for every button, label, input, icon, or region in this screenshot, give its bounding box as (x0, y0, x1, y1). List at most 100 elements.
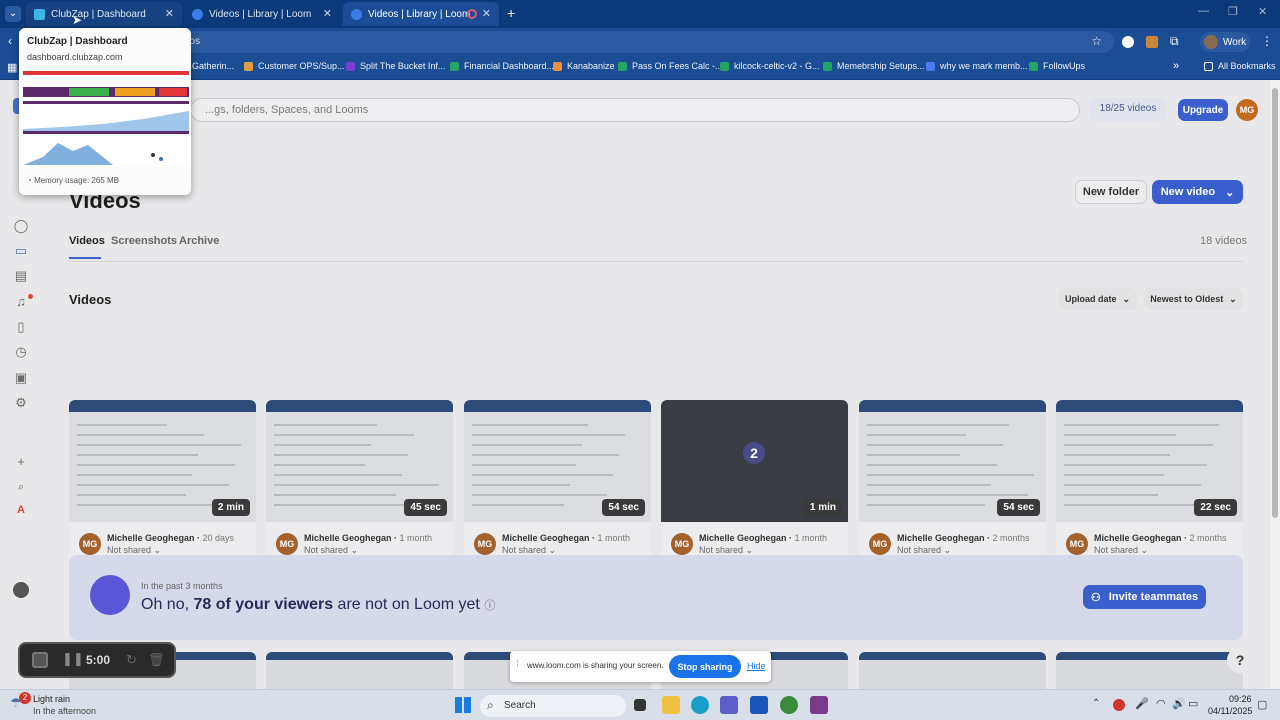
video-thumbnail[interactable]: 22 sec (1056, 400, 1243, 522)
hide-link[interactable]: Hide (747, 661, 766, 671)
close-tab-icon[interactable]: ✕ (323, 7, 332, 20)
page-scrollbar[interactable] (1270, 80, 1280, 689)
notifications-icon[interactable]: ▢ (1257, 698, 1267, 711)
settings-gear-icon[interactable]: ⚙ (13, 395, 29, 411)
bookmark-star-icon[interactable]: ☆ (1091, 34, 1102, 48)
upgrade-button[interactable]: Upgrade (1178, 99, 1228, 121)
search-bar[interactable]: ...gs, folders, Spaces, and Looms (190, 98, 1080, 122)
sort-filter[interactable]: Newest to Oldest ⌄ (1144, 288, 1243, 310)
microphone-icon[interactable]: 🎤 (1135, 697, 1149, 710)
close-tab-icon[interactable]: ✕ (482, 7, 491, 20)
add-icon[interactable]: + (13, 454, 29, 470)
address-bar[interactable]: eos ☆ (170, 31, 1114, 53)
help-button[interactable]: ? (1227, 647, 1253, 673)
new-video-button[interactable]: New video ⌄ (1152, 180, 1243, 204)
tab-screenshots[interactable]: Screenshots (111, 235, 177, 247)
clock-time[interactable]: 09:26 (1229, 694, 1252, 704)
edge-icon[interactable] (691, 696, 709, 714)
extension-avatar-icon[interactable] (13, 582, 29, 598)
screen-share-bar: ⁞ www.loom.com is sharing your screen. S… (510, 651, 771, 682)
teams-icon[interactable] (720, 696, 738, 714)
bell-icon[interactable]: ♫ (13, 294, 29, 310)
chrome-icon[interactable] (780, 696, 798, 714)
drag-handle-icon[interactable]: ⁞ (516, 659, 519, 670)
new-tab-button[interactable]: + (507, 5, 515, 21)
extensions-puzzle-icon[interactable]: ⧉ (1170, 34, 1179, 49)
bookmark-item[interactable]: Kanabanize (553, 61, 615, 71)
bookmark-icon[interactable]: ▯ (13, 319, 29, 335)
delete-icon[interactable]: 🗑 (148, 652, 165, 668)
upload-date-filter[interactable]: Upload date ⌄ (1058, 288, 1137, 310)
video-thumbnail-peek[interactable] (266, 652, 453, 689)
app-icon[interactable] (750, 696, 768, 714)
windows-start-icon[interactable] (455, 697, 471, 713)
volume-icon[interactable]: 🔊 (1172, 697, 1186, 710)
close-tab-icon[interactable]: ✕ (165, 7, 174, 20)
menu-kebab-icon[interactable]: ⋮ (1261, 34, 1273, 48)
video-thumbnail[interactable]: 54 sec (859, 400, 1046, 522)
bookmark-item[interactable]: FollowUps (1029, 61, 1085, 71)
bookmark-item[interactable]: why we mark memb... (926, 61, 1028, 71)
tab-videos[interactable]: Videos (69, 235, 105, 247)
wifi-icon[interactable]: ◠ (1156, 697, 1166, 710)
bookmark-item[interactable]: Customer OPS/Sup... (244, 61, 345, 71)
user-icon[interactable]: ◯ (13, 218, 29, 234)
tray-app-icon[interactable] (1113, 699, 1125, 711)
tab-loom-2[interactable]: Videos | Library | Loom ✕ (343, 2, 499, 26)
stop-sharing-button[interactable]: Stop sharing (669, 655, 741, 678)
clock-icon[interactable]: ◷ (13, 344, 29, 360)
video-age: 1 month (794, 533, 828, 543)
weather-badge: 2 (19, 692, 31, 704)
library-icon[interactable]: ▭ (13, 243, 29, 259)
close-window-icon[interactable]: ✕ (1258, 5, 1267, 18)
account-a-icon[interactable]: A (13, 502, 29, 518)
battery-icon[interactable]: ▭ (1188, 697, 1198, 710)
gift-icon[interactable]: ▣ (13, 370, 29, 386)
scroll-thumb[interactable] (1272, 88, 1278, 518)
bookmark-item[interactable]: Pass On Fees Calc -... (618, 61, 723, 71)
user-avatar[interactable]: MG (1236, 99, 1258, 121)
minimize-icon[interactable]: — (1198, 5, 1209, 17)
video-thumbnail[interactable]: 2 1 min (661, 400, 848, 522)
bookmark-item[interactable]: Split The Bucket Inf... (346, 61, 445, 71)
tab-loom-1[interactable]: Videos | Library | Loom ✕ (184, 2, 340, 26)
stop-record-button[interactable] (32, 652, 48, 668)
task-view-icon[interactable] (634, 699, 646, 711)
tab-list-chevron-icon[interactable]: ⌄ (5, 6, 21, 22)
clock-date[interactable]: 04/11/2025 (1208, 706, 1252, 716)
pause-icon[interactable]: ❚❚ (62, 651, 84, 667)
maximize-icon[interactable]: ❐ (1228, 5, 1238, 18)
apps-grid-icon[interactable]: ▦ (7, 61, 17, 74)
video-thumbnail[interactable]: 45 sec (266, 400, 453, 522)
all-bookmarks[interactable]: All Bookmarks (1204, 61, 1276, 71)
restart-icon[interactable]: ↻ (126, 652, 137, 668)
bookmark-item[interactable]: kilcock-celtic-v2 - G... (720, 61, 820, 71)
bookmark-item[interactable]: Gatherin... (192, 61, 234, 71)
taskbar-search[interactable]: ⌕ Search (480, 695, 626, 717)
back-icon[interactable]: ‹ (8, 34, 12, 48)
bookmark-item[interactable]: Financial Dashboard... (450, 61, 554, 71)
video-thumbnail-peek[interactable] (1056, 652, 1243, 689)
extension-icon[interactable] (1146, 36, 1158, 48)
info-icon[interactable]: ⓘ (484, 600, 495, 612)
more-bookmarks-icon[interactable]: » (1173, 60, 1179, 72)
profile-button[interactable]: Work (1200, 32, 1250, 52)
tab-clubzap[interactable]: ClubZap | Dashboard ✕ (26, 2, 182, 26)
tray-chevron-icon[interactable]: ⌃ (1092, 698, 1100, 709)
new-video-label: New video (1160, 186, 1216, 198)
video-thumbnail[interactable]: 54 sec (464, 400, 651, 522)
viewers-banner: In the past 3 months Oh no, 78 of your v… (69, 555, 1243, 640)
tab-archive[interactable]: Archive (179, 235, 219, 247)
search-icon[interactable]: ⌕ (13, 479, 29, 495)
file-explorer-icon[interactable] (662, 696, 680, 714)
new-folder-button[interactable]: New folder (1075, 180, 1147, 204)
extension-icon[interactable] (1122, 36, 1134, 48)
calendar-icon[interactable]: ▤ (13, 268, 29, 284)
bookmark-item[interactable]: Memebrship Setups... (823, 61, 925, 71)
video-thumbnail[interactable]: 2 min (69, 400, 256, 522)
video-thumbnail-peek[interactable] (859, 652, 1046, 689)
invite-teammates-button[interactable]: ⚇ Invite teammates (1083, 585, 1206, 609)
search-input[interactable]: ...gs, folders, Spaces, and Looms (205, 104, 368, 116)
video-quota[interactable]: 18/25 videos (1090, 98, 1166, 122)
slack-icon[interactable] (810, 696, 828, 714)
